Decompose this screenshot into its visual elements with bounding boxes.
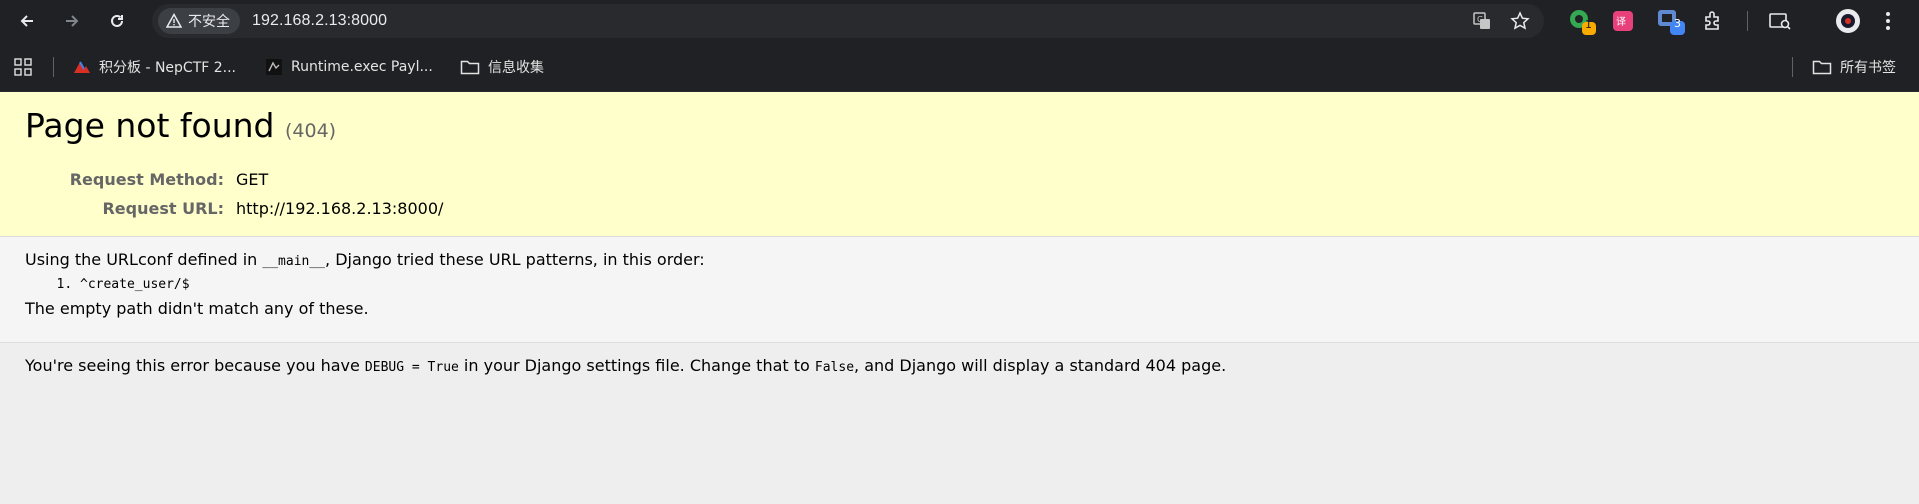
nepctf-icon bbox=[74, 61, 90, 73]
reload-icon bbox=[111, 14, 123, 27]
urlconf-module: __main__ bbox=[262, 254, 326, 269]
request-url-value: http://192.168.2.13:8000/ bbox=[236, 199, 444, 218]
extension-blue[interactable]: 3 bbox=[1655, 0, 1687, 42]
extension-badge: 3 bbox=[1674, 17, 1681, 30]
avatar bbox=[1836, 9, 1860, 33]
extension-badge: 1 bbox=[1585, 18, 1592, 31]
debug-setting: DEBUG = True bbox=[364, 360, 459, 375]
browser-toolbar: 不安全 192.168.2.13:8000 G 1 译 3 bbox=[0, 0, 1919, 42]
bookmarks-divider bbox=[1792, 57, 1793, 77]
reload-button[interactable] bbox=[99, 3, 135, 39]
status-code: (404) bbox=[285, 120, 337, 142]
page-title: Page not found (404) bbox=[25, 106, 1894, 145]
bookmark-folder-info[interactable]: 信息收集 bbox=[460, 42, 544, 92]
bookmarks-divider bbox=[53, 57, 54, 77]
address-bar[interactable]: 不安全 192.168.2.13:8000 G bbox=[152, 4, 1544, 38]
security-chip[interactable]: 不安全 bbox=[158, 8, 240, 34]
request-method-value: GET bbox=[236, 170, 269, 189]
bookmark-nepctf[interactable]: 积分板 - NepCTF 2... bbox=[73, 42, 236, 92]
security-label: 不安全 bbox=[188, 14, 230, 30]
request-method-row: Request Method: GET bbox=[60, 170, 269, 189]
profile-button[interactable] bbox=[1835, 0, 1861, 42]
tab-search-icon bbox=[1769, 13, 1791, 30]
svg-text:G: G bbox=[1477, 15, 1483, 24]
apps-button[interactable] bbox=[14, 42, 32, 92]
urlconf-intro: Using the URLconf defined in __main__, D… bbox=[25, 249, 1894, 273]
more-vert-icon bbox=[1886, 12, 1890, 30]
bookmark-star-button[interactable] bbox=[1504, 5, 1536, 37]
urlconf-intro-text: Using the URLconf defined in bbox=[25, 250, 263, 269]
bookmark-label: 积分板 - NepCTF 2... bbox=[99, 60, 237, 76]
toolbar-divider bbox=[1747, 11, 1748, 31]
request-url-row: Request URL: http://192.168.2.13:8000/ bbox=[60, 199, 443, 218]
bookmark-runtime-exec[interactable]: Runtime.exec Payl... bbox=[265, 42, 433, 92]
translate-button[interactable]: G bbox=[1466, 5, 1498, 37]
debug-text: , and Django will display a standard 404… bbox=[854, 356, 1227, 375]
extension-translate[interactable]: 译 bbox=[1612, 0, 1634, 42]
no-match-text: The empty path didn't match any of these… bbox=[25, 299, 369, 318]
request-url-label: Request URL: bbox=[102, 199, 224, 218]
forward-button[interactable] bbox=[54, 3, 90, 39]
bookmark-label: 信息收集 bbox=[488, 60, 544, 76]
runtime-icon bbox=[266, 59, 282, 75]
folder-icon bbox=[1812, 60, 1832, 75]
arrow-left-icon bbox=[20, 15, 33, 27]
star-icon bbox=[1510, 11, 1530, 30]
debug-text: in your Django settings file. Change tha… bbox=[458, 356, 815, 375]
extension-wappalyzer-icon bbox=[1658, 10, 1685, 35]
translate-icon: G bbox=[1473, 12, 1490, 29]
bookmark-label: Runtime.exec Payl... bbox=[291, 59, 433, 75]
all-bookmarks-label: 所有书签 bbox=[1840, 60, 1896, 76]
bookmarks-bar: 积分板 - NepCTF 2... Runtime.exec Payl... 信… bbox=[0, 42, 1919, 92]
extensions-menu-button[interactable] bbox=[1702, 0, 1724, 42]
request-method-label: Request Method: bbox=[69, 170, 224, 189]
apps-grid-icon bbox=[14, 58, 32, 76]
url-pattern-list: ^create_user/$ bbox=[80, 277, 1894, 292]
extension-green[interactable]: 1 bbox=[1565, 0, 1597, 42]
debug-text: You're seeing this error because you hav… bbox=[25, 356, 365, 375]
folder-icon bbox=[460, 60, 480, 75]
url-text[interactable]: 192.168.2.13:8000 bbox=[252, 12, 387, 30]
browser-menu-button[interactable] bbox=[1885, 0, 1891, 42]
warning-icon bbox=[166, 13, 182, 28]
urlconf-info: Using the URLconf defined in __main__, D… bbox=[0, 237, 1919, 343]
arrow-right-icon bbox=[66, 15, 79, 27]
urlconf-intro-text: , Django tried these URL patterns, in th… bbox=[325, 250, 705, 269]
url-pattern: ^create_user/$ bbox=[80, 277, 1894, 292]
tab-search-button[interactable] bbox=[1768, 0, 1792, 42]
puzzle-icon bbox=[1705, 11, 1719, 30]
extension-translate-icon: 译 bbox=[1613, 11, 1633, 31]
error-summary: Page not found (404) Request Method: GET … bbox=[0, 92, 1919, 237]
extension-g-icon bbox=[1570, 10, 1596, 35]
debug-false: False bbox=[814, 360, 855, 375]
debug-explanation: You're seeing this error because you hav… bbox=[0, 343, 1919, 388]
page-title-text: Page not found bbox=[25, 106, 275, 145]
all-bookmarks-button[interactable]: 所有书签 bbox=[1812, 42, 1896, 92]
back-button[interactable] bbox=[9, 3, 45, 39]
svg-text:译: 译 bbox=[1616, 16, 1626, 28]
